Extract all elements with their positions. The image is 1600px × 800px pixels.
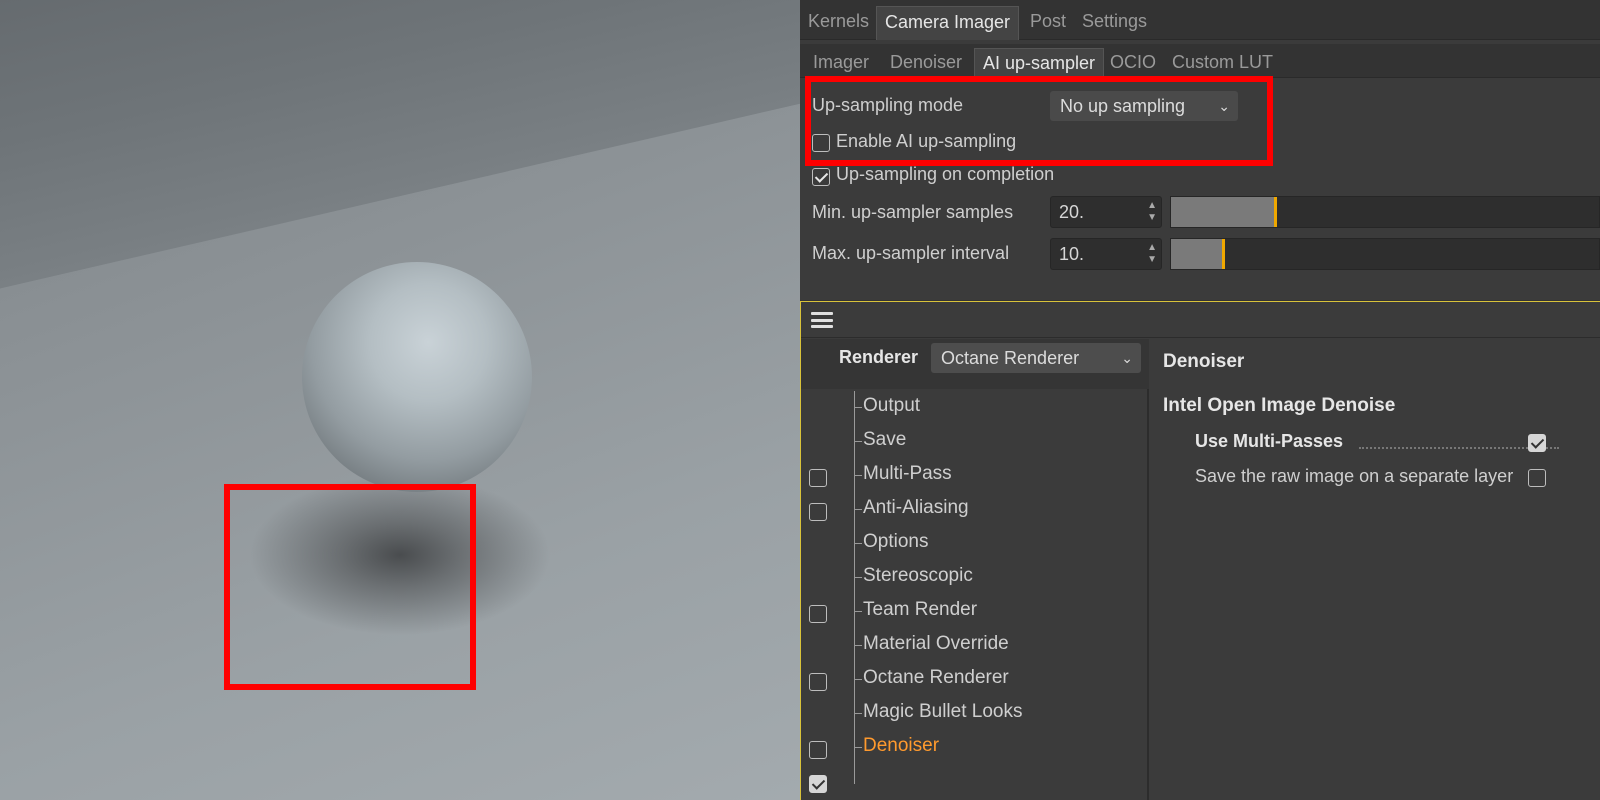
min-up-sampler-samples-field[interactable]: 20. ▲ ▼ — [1050, 196, 1162, 228]
renderer-row: Renderer Octane Renderer ⌄ — [801, 339, 1149, 389]
renderer-value: Octane Renderer — [941, 348, 1080, 368]
tree-tick — [854, 645, 862, 646]
denoiser-checkbox[interactable] — [809, 775, 827, 793]
tree-tick — [854, 747, 862, 748]
tree-item-magic-bullet-looks[interactable]: Magic Bullet Looks — [863, 701, 1022, 723]
denoiser-title: Denoiser — [1163, 351, 1245, 372]
up-sampling-on-completion-checkbox[interactable] — [812, 168, 830, 186]
tab-camera-imager[interactable]: Camera Imager — [876, 6, 1020, 40]
save-raw-image-label: Save the raw image on a separate layer — [1195, 466, 1514, 486]
tree-item-stereoscopic[interactable]: Stereoscopic — [863, 565, 973, 587]
tree-tick — [854, 713, 862, 714]
tree-tick — [854, 543, 862, 544]
material-override-checkbox[interactable] — [809, 673, 827, 691]
tree-tick — [854, 509, 862, 510]
tab-post[interactable]: Post — [1022, 6, 1074, 40]
tree-tick — [854, 577, 862, 578]
tree-item-output[interactable]: Output — [863, 395, 920, 417]
tree-tick — [854, 679, 862, 680]
shadow-highlight-box — [224, 484, 476, 690]
tab-denoiser[interactable]: Denoiser — [882, 48, 970, 78]
tab-imager[interactable]: Imager — [805, 48, 877, 78]
min-up-sampler-samples-label: Min. up-sampler samples — [812, 202, 1014, 222]
spin-arrows-icon[interactable]: ▲ ▼ — [1147, 200, 1157, 224]
chevron-down-icon: ⌄ — [1121, 350, 1133, 366]
max-up-sampler-interval-label: Max. up-sampler interval — [812, 243, 1010, 263]
tree-item-options[interactable]: Options — [863, 531, 928, 553]
render-settings-tree: Renderer Octane Renderer ⌄ Output Save M… — [801, 339, 1149, 800]
max-up-sampler-interval-value: 10. — [1059, 244, 1085, 264]
render-sphere — [302, 262, 532, 492]
tree-item-team-render[interactable]: Team Render — [863, 599, 977, 621]
tree-tick — [854, 441, 862, 442]
magic-bullet-looks-checkbox[interactable] — [809, 741, 827, 759]
tab-ocio[interactable]: OCIO — [1102, 48, 1164, 78]
camera-imager-panel: Kernels Camera Imager Post Settings Imag… — [800, 0, 1600, 300]
max-up-sampler-interval-slider[interactable] — [1170, 238, 1600, 270]
tree-tick — [854, 407, 862, 408]
tab-kernels[interactable]: Kernels — [800, 6, 877, 40]
min-samples-slider-fill — [1171, 197, 1277, 227]
tree-item-material-override[interactable]: Material Override — [863, 633, 1009, 655]
renderer-dropdown[interactable]: Octane Renderer ⌄ — [931, 343, 1141, 373]
max-up-sampler-interval-field[interactable]: 10. ▲ ▼ — [1050, 238, 1162, 270]
tree-item-anti-aliasing[interactable]: Anti-Aliasing — [863, 497, 969, 519]
save-checkbox[interactable] — [809, 469, 827, 487]
min-up-sampler-samples-slider[interactable] — [1170, 196, 1600, 228]
tree-item-multi-pass[interactable]: Multi-Pass — [863, 463, 952, 485]
hamburger-menu-icon[interactable] — [811, 312, 833, 328]
denoiser-settings-pane: Denoiser Intel Open Image Denoise Use Mu… — [1151, 339, 1600, 800]
tree-tick — [854, 611, 862, 612]
main-tab-bar: Kernels Camera Imager Post Settings — [800, 0, 1600, 40]
renderer-label: Renderer — [839, 347, 919, 367]
up-sampling-on-completion-label: Up-sampling on completion — [836, 164, 1055, 184]
tree-item-octane-renderer[interactable]: Octane Renderer — [863, 667, 1009, 689]
tree-item-denoiser[interactable]: Denoiser — [863, 735, 939, 757]
multi-pass-checkbox[interactable] — [809, 503, 827, 521]
spin-arrows-icon[interactable]: ▲ ▼ — [1147, 242, 1157, 266]
settings-highlight-box — [805, 76, 1273, 166]
stereoscopic-checkbox[interactable] — [809, 605, 827, 623]
min-up-sampler-samples-value: 20. — [1059, 202, 1085, 222]
use-multi-passes-label: Use Multi-Passes — [1195, 431, 1344, 451]
render-settings-menu-bar — [801, 302, 1600, 338]
use-multi-passes-checkbox[interactable] — [1528, 434, 1546, 452]
tree-item-save[interactable]: Save — [863, 429, 906, 451]
sub-tab-bar: Imager Denoiser AI up-sampler OCIO Custo… — [800, 44, 1600, 78]
render-settings-panel: Renderer Octane Renderer ⌄ Output Save M… — [800, 301, 1600, 800]
max-interval-slider-fill — [1171, 239, 1225, 269]
render-viewport[interactable] — [0, 0, 800, 800]
intel-oidn-heading: Intel Open Image Denoise — [1163, 395, 1396, 416]
tab-custom-lut[interactable]: Custom LUT — [1164, 48, 1281, 78]
tab-settings[interactable]: Settings — [1074, 6, 1155, 40]
tree-tick — [854, 475, 862, 476]
tab-ai-up-sampler[interactable]: AI up-sampler — [974, 48, 1105, 78]
save-raw-image-checkbox[interactable] — [1528, 469, 1546, 487]
tree-connector-line — [854, 391, 855, 784]
